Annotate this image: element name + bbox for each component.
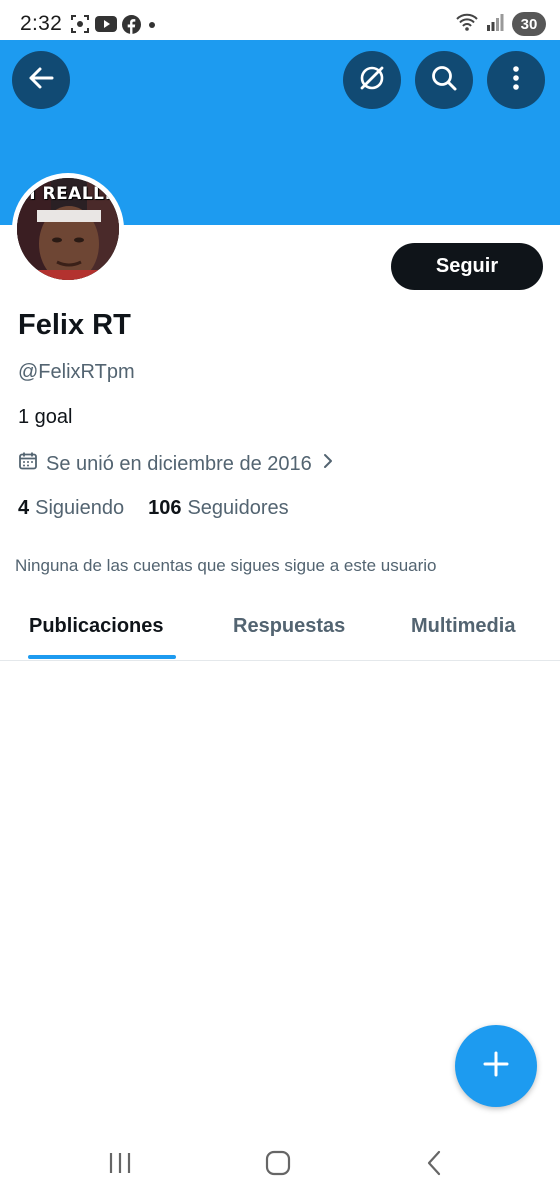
back-nav-button[interactable] bbox=[414, 1148, 454, 1182]
tab-publicaciones[interactable]: Publicaciones bbox=[29, 615, 164, 638]
profile-bio: 1 goal bbox=[18, 406, 73, 428]
recent-apps-icon bbox=[107, 1151, 133, 1180]
notification-icons bbox=[70, 14, 158, 39]
following-label: Siguiendo bbox=[35, 497, 125, 519]
home-button[interactable] bbox=[258, 1148, 298, 1182]
followers-link[interactable]: 106 Seguidores bbox=[148, 497, 289, 520]
joined-date-label: Se unió en diciembre de 2016 bbox=[46, 452, 312, 475]
avatar[interactable]: H REALLY bbox=[12, 173, 124, 285]
tab-multimedia[interactable]: Multimedia bbox=[411, 615, 515, 638]
back-button[interactable] bbox=[12, 51, 70, 109]
screenshot-icon bbox=[70, 14, 90, 39]
signal-icon bbox=[486, 13, 504, 36]
profile-tabs: Publicaciones Respuestas Multimedia bbox=[0, 600, 560, 661]
wifi-icon bbox=[456, 13, 478, 36]
back-icon bbox=[27, 64, 55, 97]
grok-icon bbox=[357, 63, 387, 98]
compose-button[interactable] bbox=[455, 1025, 537, 1107]
dot-icon bbox=[146, 18, 158, 36]
user-handle: @FelixRTpm bbox=[18, 361, 135, 383]
following-count: 4 bbox=[18, 497, 30, 519]
more-vertical-icon bbox=[511, 64, 521, 97]
home-icon bbox=[265, 1150, 291, 1181]
chevron-right-icon bbox=[320, 452, 336, 476]
avatar-caption: H REALLY bbox=[21, 184, 115, 204]
search-icon bbox=[430, 64, 458, 97]
joined-date[interactable]: Se unió en diciembre de 2016 bbox=[18, 451, 336, 477]
follow-button[interactable]: Seguir bbox=[391, 243, 543, 290]
youtube-icon bbox=[95, 15, 117, 38]
grok-button[interactable] bbox=[343, 51, 401, 109]
recent-apps-button[interactable] bbox=[100, 1148, 140, 1182]
status-time: 2:32 bbox=[20, 12, 63, 35]
search-button[interactable] bbox=[415, 51, 473, 109]
followers-label: Seguidores bbox=[187, 497, 289, 519]
follow-stats: 4 Siguiendo 106 Seguidores bbox=[18, 497, 289, 520]
battery-icon: 30 bbox=[512, 12, 546, 36]
followers-count: 106 bbox=[148, 497, 182, 519]
system-icons: 30 bbox=[456, 12, 546, 36]
facebook-icon bbox=[122, 14, 141, 39]
more-options-button[interactable] bbox=[487, 51, 545, 109]
following-link[interactable]: 4 Siguiendo bbox=[18, 497, 124, 520]
plus-icon bbox=[481, 1049, 511, 1084]
mutual-followers-text: Ninguna de las cuentas que sigues sigue … bbox=[15, 556, 437, 575]
active-tab-indicator bbox=[28, 655, 176, 659]
system-navigation-bar bbox=[0, 1130, 560, 1200]
tab-respuestas[interactable]: Respuestas bbox=[233, 615, 345, 638]
avatar-image: H REALLY bbox=[17, 178, 119, 280]
back-nav-icon bbox=[425, 1150, 443, 1181]
calendar-icon bbox=[18, 451, 38, 477]
display-name: Felix RT bbox=[18, 309, 131, 341]
